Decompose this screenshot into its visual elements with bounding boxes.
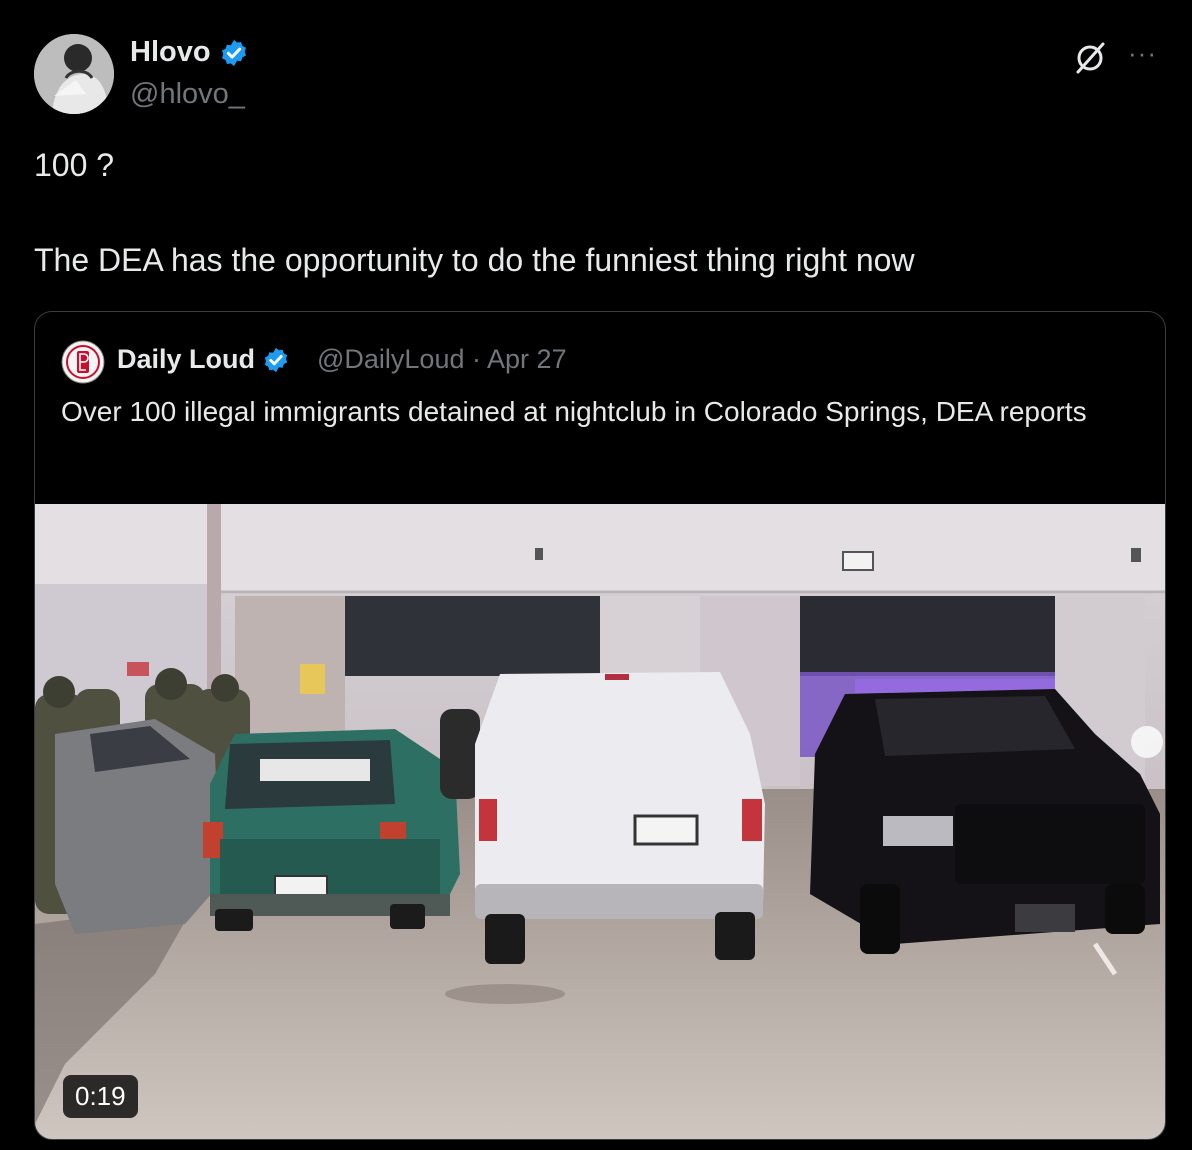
- video-duration-badge: 0:19: [63, 1075, 138, 1118]
- author-handle[interactable]: @hlovo_: [130, 78, 245, 111]
- video-player[interactable]: 0:19: [35, 504, 1165, 1139]
- tweet[interactable]: Hlovo @hlovo_ ··· 100 ? The DEA has the …: [0, 0, 1192, 1150]
- video-thumbnail: [35, 504, 1165, 1139]
- quoted-author-avatar[interactable]: [61, 340, 105, 384]
- tweet-text-line: 100 ?: [34, 147, 115, 183]
- author-avatar[interactable]: [34, 34, 114, 114]
- quoted-author-display-name-row[interactable]: Daily Loud: [117, 344, 290, 375]
- verified-badge-icon: [221, 39, 246, 66]
- author-display-name-row[interactable]: Hlovo: [130, 36, 249, 69]
- tweet-text: 100 ? The DEA has the opportunity to do …: [34, 145, 1154, 280]
- quoted-tweet-date[interactable]: Apr 27: [487, 344, 567, 374]
- author-display-name[interactable]: Hlovo: [130, 36, 211, 69]
- more-icon[interactable]: ···: [1128, 38, 1157, 69]
- meta-separator: ·: [472, 344, 482, 374]
- quoted-tweet-text: Over 100 illegal immigrants detained at …: [61, 396, 1087, 427]
- quoted-tweet[interactable]: Daily Loud @DailyLoud · Apr 27 Over 100 …: [34, 311, 1166, 1140]
- quoted-tweet-meta: @DailyLoud · Apr 27: [317, 344, 567, 375]
- grok-icon[interactable]: [1072, 40, 1108, 76]
- quoted-author-display-name[interactable]: Daily Loud: [117, 344, 255, 375]
- author-avatar-image: [34, 34, 114, 114]
- tweet-text-line: The DEA has the opportunity to do the fu…: [34, 242, 915, 278]
- quoted-author-handle[interactable]: @DailyLoud: [317, 344, 465, 374]
- verified-badge-icon: [264, 347, 288, 372]
